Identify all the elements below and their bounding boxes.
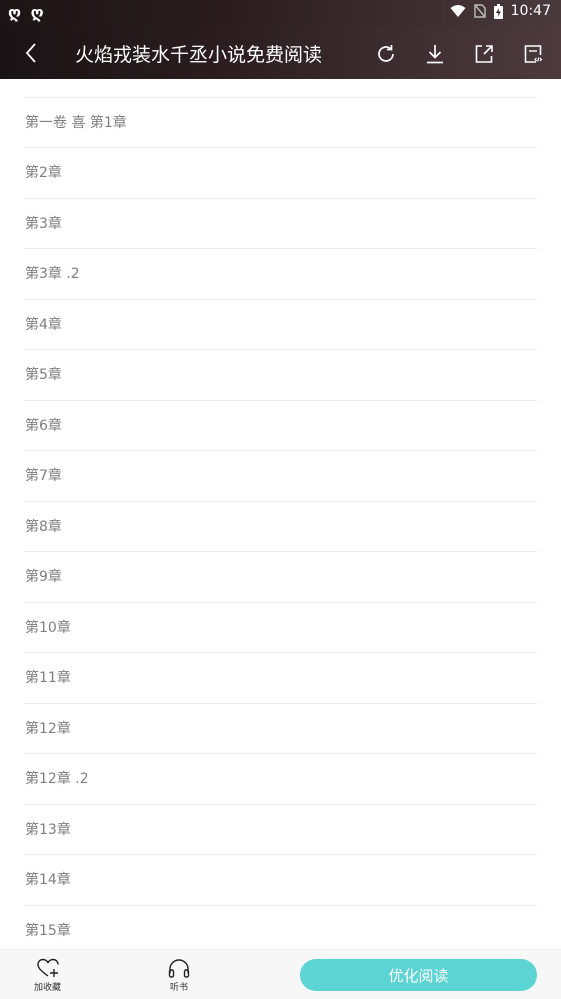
heart-plus-icon bbox=[36, 958, 59, 977]
optimize-reading-button[interactable]: 优化阅读 bbox=[300, 959, 537, 991]
chapter-item[interactable]: 第12章 .2 bbox=[24, 754, 537, 805]
page-title: 火焰戎装水千丞小说免费阅读 bbox=[75, 44, 323, 66]
refresh-button[interactable] bbox=[373, 41, 398, 66]
chapter-item[interactable]: 第9章 bbox=[24, 552, 537, 603]
listen-label: 听书 bbox=[169, 983, 188, 993]
no-sim-icon bbox=[473, 4, 486, 18]
app-header: 火焰戎装水千丞小说免费阅读 bbox=[0, 26, 561, 79]
source-code-icon bbox=[524, 44, 542, 63]
chapter-item[interactable]: 第8章 bbox=[24, 502, 537, 552]
chevron-left-icon bbox=[25, 43, 36, 63]
chapter-item[interactable]: 第4章 bbox=[24, 300, 537, 350]
chapter-item[interactable]: 第10章 bbox=[24, 603, 537, 653]
notification-icons: ღ ღ bbox=[8, 3, 46, 22]
source-button[interactable] bbox=[520, 41, 545, 66]
chapter-item[interactable]: 第11章 bbox=[24, 653, 537, 704]
chapter-item[interactable]: 第一卷 喜 第1章 bbox=[24, 98, 537, 148]
add-favorite-label: 加收藏 bbox=[34, 983, 62, 993]
battery-charging-icon bbox=[493, 3, 503, 19]
chapter-item[interactable]: 序 梦之城 bbox=[24, 79, 537, 98]
chapter-item[interactable]: 第14章 bbox=[24, 855, 537, 906]
share-icon bbox=[475, 44, 493, 63]
chapter-item[interactable]: 第12章 bbox=[24, 704, 537, 754]
refresh-icon bbox=[377, 44, 394, 62]
chapter-item[interactable]: 第13章 bbox=[24, 805, 537, 855]
download-button[interactable] bbox=[422, 41, 447, 66]
download-icon bbox=[426, 44, 443, 63]
clock-time: 10:47 bbox=[510, 3, 551, 19]
bottom-bar: 加收藏 听书 优化阅读 bbox=[0, 949, 561, 999]
status-indicators: 10:47 bbox=[450, 3, 551, 19]
chapter-item[interactable]: 第3章 bbox=[24, 199, 537, 249]
listen-button[interactable]: 听书 bbox=[167, 958, 191, 993]
chapter-list[interactable]: 序 梦之城 第一卷 喜 第1章 第2章 第3章 第3章 .2 第4章 第5章 第… bbox=[0, 79, 561, 949]
chapter-item[interactable]: 第7章 bbox=[24, 451, 537, 502]
headphones-icon bbox=[168, 959, 190, 978]
chapter-item[interactable]: 第5章 bbox=[24, 350, 537, 401]
add-favorite-button[interactable]: 加收藏 bbox=[34, 958, 61, 993]
chapter-item[interactable]: 第6章 bbox=[24, 401, 537, 451]
chapter-item[interactable]: 第15章 bbox=[24, 906, 537, 950]
chapter-item[interactable]: 第3章 .2 bbox=[24, 249, 537, 300]
chapter-item[interactable]: 第2章 bbox=[24, 148, 537, 199]
share-button[interactable] bbox=[471, 41, 496, 66]
back-button[interactable] bbox=[18, 40, 44, 66]
status-bar: ღ ღ 10:47 bbox=[0, 0, 561, 26]
wifi-icon bbox=[450, 4, 466, 18]
header-actions bbox=[373, 41, 545, 66]
